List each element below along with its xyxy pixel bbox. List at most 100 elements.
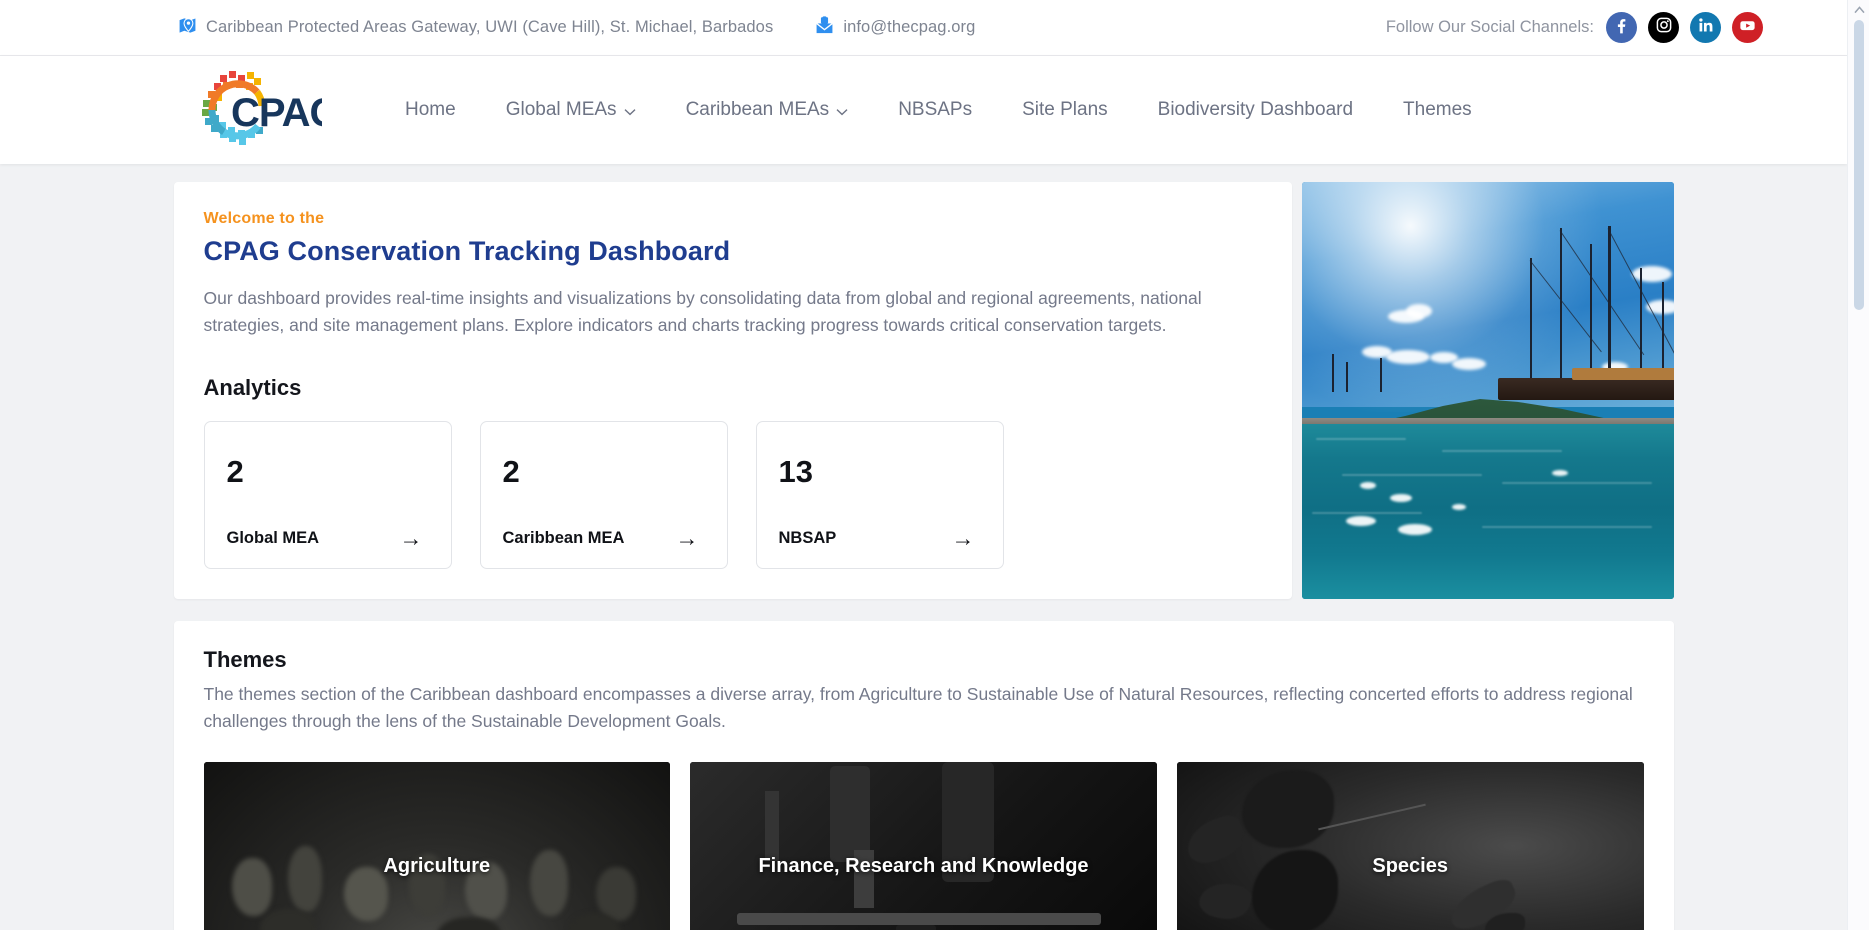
stat-card-global-mea[interactable]: 2 Global MEA →: [203, 421, 452, 570]
photo-sparkle: [1359, 482, 1376, 489]
linkedin-link[interactable]: [1690, 12, 1721, 43]
page-viewport: Caribbean Protected Areas Gateway, UWI (…: [0, 0, 1847, 930]
topbar-contact-group: Caribbean Protected Areas Gateway, UWI (…: [178, 15, 975, 40]
theme-label: Finance, Research and Knowledge: [758, 855, 1089, 877]
photo-cloud: [1451, 358, 1486, 370]
crop-field-photo: [203, 761, 671, 930]
topbar-social-group: Follow Our Social Channels:: [1386, 12, 1807, 43]
stat-card-nbsap[interactable]: 13 NBSAP →: [755, 421, 1004, 570]
address-item: Caribbean Protected Areas Gateway, UWI (…: [178, 16, 773, 40]
photo-ripple: [1481, 526, 1652, 528]
photo-sparkle: [1397, 524, 1432, 535]
hero-row: Welcome to the CPAG Conservation Trackin…: [173, 182, 1674, 600]
nav-item-label: Caribbean MEAs: [685, 99, 830, 120]
arrow-right-icon[interactable]: →: [676, 527, 705, 550]
youtube-link[interactable]: [1732, 12, 1763, 43]
top-utility-bar: Caribbean Protected Areas Gateway, UWI (…: [0, 0, 1847, 56]
instagram-icon: [1655, 16, 1673, 39]
nav-item-label: Biodiversity Dashboard: [1157, 99, 1354, 120]
main-navigation: CPAG Home Global MEAs Caribbean MEAs NB: [0, 56, 1847, 164]
stat-footer: Caribbean MEA →: [503, 527, 705, 550]
nav-item-label: Home: [405, 99, 456, 120]
photo-mast: [1559, 228, 1562, 390]
theme-card-agriculture[interactable]: Agriculture: [203, 761, 671, 930]
photo-sparkle: [1345, 516, 1376, 526]
nav-item-biodiversity-dashboard[interactable]: Biodiversity Dashboard: [1133, 99, 1378, 121]
map-pin-icon: [178, 16, 197, 40]
nav-item-label: Themes: [1403, 99, 1472, 120]
nav-links: Home Global MEAs Caribbean MEAs NBSAPs S…: [380, 98, 1497, 122]
photo-mast: [1345, 362, 1348, 392]
chevron-down-icon: [624, 100, 636, 122]
photo-ripple: [1311, 512, 1422, 514]
photo-ripple: [1441, 450, 1562, 452]
themes-heading: Themes: [203, 647, 287, 673]
theme-card-species[interactable]: Species: [1176, 761, 1644, 930]
stat-label: Global MEA: [226, 529, 320, 548]
welcome-card: Welcome to the CPAG Conservation Trackin…: [173, 182, 1292, 600]
hero-marina-photo: [1301, 182, 1674, 600]
nav-item-nbsaps[interactable]: NBSAPs: [873, 99, 997, 121]
photo-mast: [1529, 258, 1532, 390]
photo-mast: [1379, 358, 1382, 392]
stat-label: NBSAP: [778, 529, 837, 548]
youtube-icon: [1738, 16, 1757, 40]
welcome-kicker: Welcome to the: [203, 210, 325, 227]
microscope-photo: [690, 761, 1157, 930]
linkedin-icon: [1697, 16, 1715, 39]
instagram-link[interactable]: [1648, 12, 1679, 43]
nav-item-site-plans[interactable]: Site Plans: [997, 99, 1133, 121]
nav-item-caribbean-meas[interactable]: Caribbean MEAs: [661, 98, 874, 122]
theme-card-grid: Agriculture Finance, Research and Knowle…: [203, 761, 1644, 930]
nav-item-home[interactable]: Home: [380, 99, 481, 121]
nav-item-global-meas[interactable]: Global MEAs: [481, 98, 661, 122]
email-text[interactable]: info@thecpag.org: [843, 18, 975, 37]
nav-item-themes[interactable]: Themes: [1378, 99, 1497, 121]
facebook-icon: [1612, 16, 1631, 40]
photo-awning: [1571, 368, 1674, 380]
chevron-down-icon: [836, 100, 848, 122]
photo-cloud: [1405, 304, 1432, 318]
photo-sparkle: [1551, 470, 1568, 476]
svg-text:CPAG: CPAG: [231, 91, 322, 135]
email-item[interactable]: info@thecpag.org: [815, 15, 975, 40]
photo-mast: [1331, 354, 1334, 392]
themes-section: Themes The themes section of the Caribbe…: [173, 621, 1674, 930]
photo-hull: [1497, 378, 1674, 400]
photo-sparkle: [1389, 494, 1412, 502]
photo-ripple: [1501, 482, 1652, 484]
nav-item-label: Site Plans: [1022, 99, 1108, 120]
stat-footer: NBSAP →: [779, 527, 981, 550]
arrow-right-icon[interactable]: →: [400, 527, 429, 550]
cpag-logo[interactable]: CPAG: [190, 67, 341, 153]
page-scrollbar[interactable]: [1847, 0, 1869, 930]
page-body: Welcome to the CPAG Conservation Trackin…: [0, 164, 1847, 930]
nav-item-label: NBSAPs: [898, 99, 973, 120]
stat-value: 2: [226, 454, 244, 490]
follow-label: Follow Our Social Channels:: [1385, 18, 1594, 36]
hummingbird-hibiscus-photo: [1176, 761, 1644, 930]
facebook-link[interactable]: [1606, 12, 1637, 43]
page-title: CPAG Conservation Tracking Dashboard: [203, 236, 731, 266]
social-links: [1606, 12, 1763, 43]
themes-description: The themes section of the Caribbean dash…: [203, 684, 1633, 732]
photo-cloud: [1631, 266, 1672, 282]
stat-card-caribbean-mea[interactable]: 2 Caribbean MEA →: [479, 421, 728, 570]
analytics-heading: Analytics: [203, 375, 302, 401]
scrollbar-thumb[interactable]: [1854, 20, 1864, 310]
stat-value: 2: [502, 454, 520, 490]
stat-label: Caribbean MEA: [502, 529, 625, 548]
photo-ripple: [1341, 474, 1482, 476]
photo-cloud: [1385, 350, 1430, 364]
analytics-card-row: 2 Global MEA → 2 Caribbean MEA → 13 NBSA…: [203, 421, 1262, 570]
email-icon: [815, 15, 834, 40]
stat-value: 13: [778, 454, 813, 490]
photo-ripple: [1315, 438, 1406, 440]
photo-sparkle: [1451, 504, 1466, 510]
stat-footer: Global MEA →: [227, 527, 429, 550]
scroll-up-arrow-icon[interactable]: [1848, 2, 1869, 18]
theme-card-finance-research-knowledge[interactable]: Finance, Research and Knowledge: [690, 761, 1157, 930]
photo-mast: [1607, 226, 1611, 390]
theme-label: Agriculture: [383, 855, 491, 877]
arrow-right-icon[interactable]: →: [952, 527, 981, 550]
